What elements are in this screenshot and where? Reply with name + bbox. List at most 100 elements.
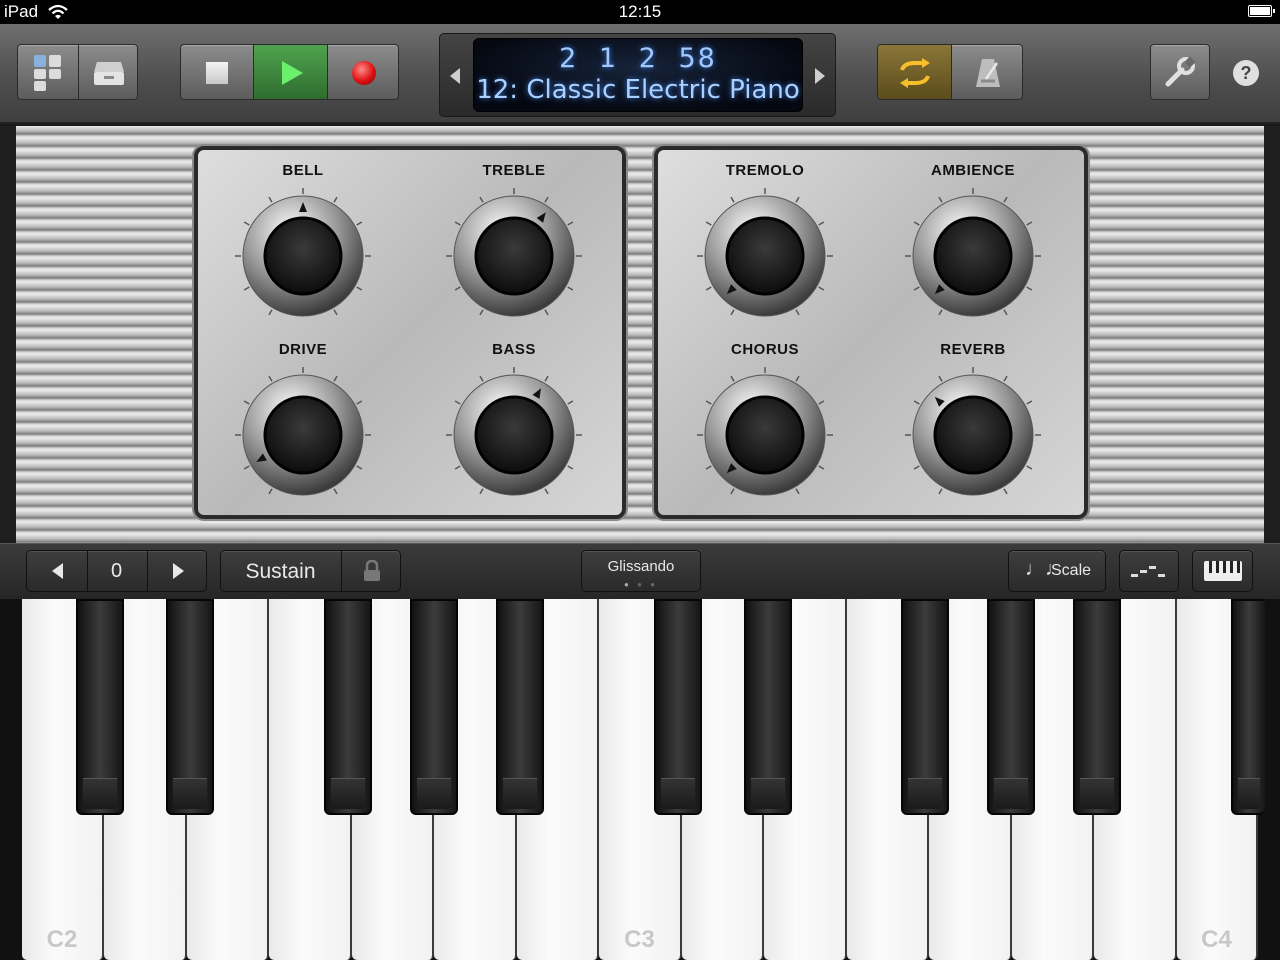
octave-value: 0 [110, 560, 123, 582]
knob-tick [730, 196, 735, 203]
glissando-button[interactable]: Glissando ● ● ● [581, 550, 701, 592]
tracks-button[interactable] [79, 45, 139, 101]
knob-tick [454, 400, 461, 405]
knob-tick [567, 400, 574, 405]
knob-tick [795, 488, 800, 495]
patch-name: 12: Classic Electric Piano [476, 75, 800, 105]
tracks-icon [94, 62, 124, 85]
black-key-a-sharp-2[interactable] [496, 599, 544, 815]
knob-tick [913, 286, 920, 291]
help-button[interactable]: ? [1233, 60, 1259, 86]
knob-tick [818, 465, 825, 470]
black-key-d-sharp-2[interactable] [166, 599, 214, 815]
transport-group [180, 44, 399, 100]
knob-cap [263, 395, 343, 475]
key-label-c4: C4 [1201, 926, 1232, 953]
octave-down-button[interactable] [27, 551, 87, 591]
keyboard-view-button[interactable] [1192, 550, 1253, 592]
scale-label: Scale [1051, 562, 1092, 579]
knob-tick [1003, 375, 1008, 382]
black-key-f-sharp-3[interactable] [901, 599, 949, 815]
scale-button[interactable]: ♩♩ Scale [1008, 550, 1106, 592]
knob-tick [730, 309, 735, 316]
knob-tick [333, 196, 338, 203]
knob-tick [333, 375, 338, 382]
knob-cap [474, 395, 554, 475]
knob-cap [725, 216, 805, 296]
metronome-button[interactable] [952, 45, 1022, 99]
knob-tick [938, 488, 943, 495]
knob-tick [1026, 286, 1033, 291]
black-key-a-sharp-3[interactable] [1073, 599, 1121, 815]
previous-patch-arrow[interactable] [450, 68, 460, 84]
reverb-knob[interactable] [903, 365, 1043, 505]
knob-label-drive: DRIVE [278, 341, 328, 358]
knob-tick [1003, 488, 1008, 495]
browser-button[interactable] [18, 45, 78, 101]
keyboard-toolbar: 0 Sustain Glissando ● ● ● ♩♩ Scale [0, 543, 1280, 599]
stop-icon [206, 62, 228, 84]
octave-up-button[interactable] [148, 551, 208, 591]
knob-tick [567, 221, 574, 226]
knob-tick [913, 221, 920, 226]
knob-tick [243, 400, 250, 405]
control-bar: 2 1 2 58 12: Classic Electric Piano ? [0, 24, 1280, 124]
glissando-label: Glissando [607, 558, 675, 575]
knob-tick [1026, 465, 1033, 470]
arpeggiator-button[interactable] [1119, 550, 1179, 592]
knob-tick [913, 465, 920, 470]
knob-tick [705, 465, 712, 470]
knob-tick [243, 465, 250, 470]
knob-label-ambience: AMBIENCE [930, 162, 1015, 179]
black-key-f-sharp-2[interactable] [324, 599, 372, 815]
ambience-knob[interactable] [903, 186, 1043, 326]
knob-tick [1026, 221, 1033, 226]
knob-tick [356, 400, 363, 405]
octave-control: 0 [26, 550, 207, 592]
knob-tick [567, 465, 574, 470]
arpeggio-icon [1131, 566, 1165, 577]
knob-tick [544, 375, 549, 382]
tremolo-knob[interactable] [695, 186, 835, 326]
cycle-metronome-group [877, 44, 1023, 100]
sustain-button[interactable]: Sustain [221, 560, 340, 584]
knob-tick [356, 221, 363, 226]
black-key-c-sharp-4[interactable] [1231, 599, 1265, 815]
knob-tick [730, 488, 735, 495]
help-icon: ? [1240, 62, 1252, 83]
record-button[interactable] [328, 45, 398, 99]
next-patch-arrow[interactable] [815, 68, 825, 84]
knob-tick [454, 465, 461, 470]
bell-knob[interactable] [233, 186, 373, 326]
knob-tick [730, 375, 735, 382]
black-key-g-sharp-3[interactable] [987, 599, 1035, 815]
chorus-knob[interactable] [695, 365, 835, 505]
stop-button[interactable] [181, 45, 253, 99]
bass-knob[interactable] [444, 365, 584, 505]
knob-tick [795, 196, 800, 203]
play-button[interactable] [254, 45, 327, 99]
black-key-c-sharp-3[interactable] [654, 599, 702, 815]
sustain-lock-button[interactable] [342, 551, 402, 591]
knob-tick [705, 400, 712, 405]
black-key-d-sharp-3[interactable] [744, 599, 792, 815]
knob-tick [356, 286, 363, 291]
lcd-screen[interactable]: 2 1 2 58 12: Classic Electric Piano [473, 38, 803, 112]
key-label-c2: C2 [46, 926, 78, 953]
knob-cap [933, 216, 1013, 296]
settings-button[interactable] [1150, 44, 1210, 100]
black-key-c-sharp-2[interactable] [76, 599, 124, 815]
knob-tick [938, 375, 943, 382]
knob-cap [474, 216, 554, 296]
cycle-button[interactable] [878, 45, 951, 99]
drive-knob[interactable] [233, 365, 373, 505]
amp-panel: BELL TREBLE TREMOLO AMBIENCE DRIVE BASS … [0, 126, 1280, 543]
chevron-left-icon [51, 563, 63, 579]
page-indicator: ● ● ● [624, 580, 658, 589]
knob-tick [705, 286, 712, 291]
treble-knob[interactable] [444, 186, 584, 326]
keyboard-icon [1203, 561, 1242, 581]
battery-icon [1248, 5, 1275, 17]
black-key-g-sharp-2[interactable] [410, 599, 458, 815]
sustain-control: Sustain [220, 550, 401, 592]
